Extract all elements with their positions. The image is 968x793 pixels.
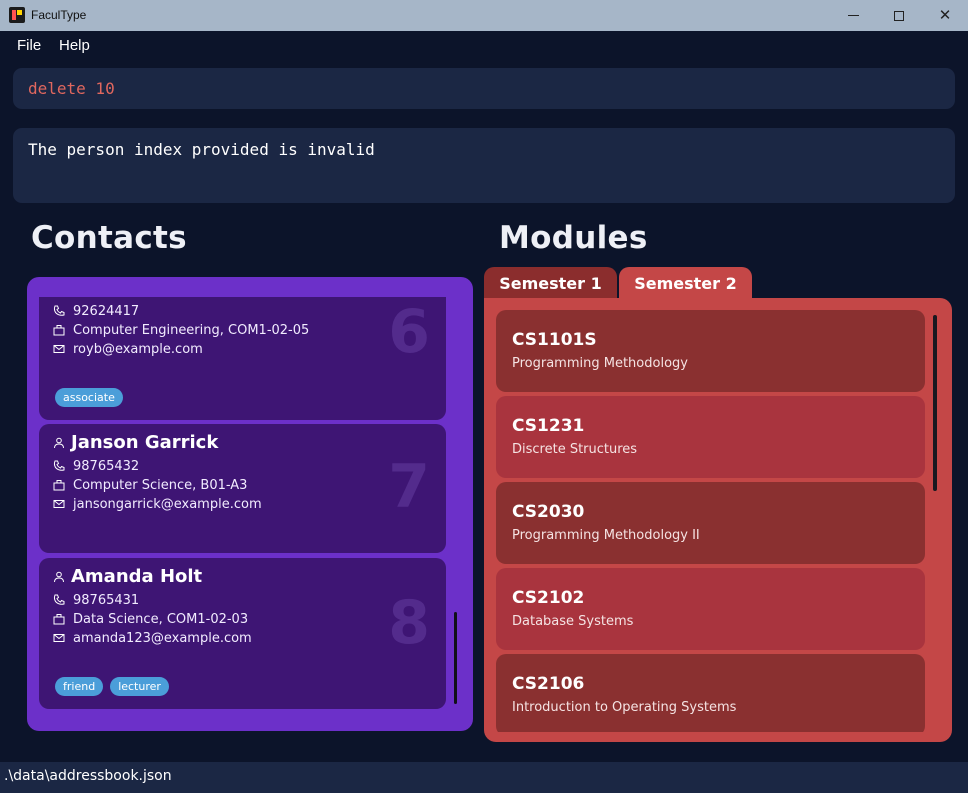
module-name: Programming Methodology bbox=[512, 356, 688, 371]
tab-semester-1[interactable]: Semester 1 bbox=[484, 267, 617, 299]
maximize-button[interactable] bbox=[876, 0, 922, 31]
modules-scrollbar[interactable] bbox=[933, 315, 937, 491]
save-file-path: .\data\addressbook.json bbox=[4, 768, 172, 784]
module-code: CS2106 bbox=[512, 674, 585, 694]
phone-icon bbox=[53, 460, 65, 471]
menu-help[interactable]: Help bbox=[59, 37, 90, 54]
email-icon bbox=[53, 345, 65, 353]
module-card[interactable]: CS2102 Database Systems bbox=[496, 568, 925, 650]
person-icon bbox=[54, 571, 64, 582]
contact-card[interactable]: 92624417 Computer Engineering, COM1-02-0… bbox=[39, 297, 446, 420]
modules-list-panel[interactable]: CS1101S Programming Methodology CS1231 D… bbox=[484, 298, 952, 742]
result-message: The person index provided is invalid bbox=[28, 140, 375, 159]
contact-name: Janson Garrick bbox=[71, 432, 219, 453]
contact-department: Computer Engineering, COM1-02-05 bbox=[73, 322, 310, 338]
module-name: Database Systems bbox=[512, 614, 634, 629]
command-text: delete 10 bbox=[28, 79, 115, 98]
contact-department: Computer Science, B01-A3 bbox=[73, 477, 248, 493]
contact-department: Data Science, COM1-02-03 bbox=[73, 611, 249, 627]
contact-index: 8 bbox=[388, 588, 430, 658]
minimize-button[interactable] bbox=[830, 0, 876, 31]
close-button[interactable]: ✕ bbox=[922, 0, 968, 31]
email-icon bbox=[53, 500, 65, 508]
contacts-scrollbar[interactable] bbox=[454, 612, 457, 704]
contact-email: jansongarrick@example.com bbox=[73, 496, 262, 512]
contact-phone: 98765431 bbox=[73, 592, 140, 608]
tag-badge: lecturer bbox=[110, 677, 169, 696]
tag-badge: friend bbox=[55, 677, 104, 696]
briefcase-icon bbox=[53, 614, 65, 625]
module-name: Introduction to Operating Systems bbox=[512, 700, 737, 715]
minimize-icon bbox=[847, 15, 859, 16]
module-code: CS2102 bbox=[512, 588, 585, 608]
phone-icon bbox=[53, 305, 65, 316]
menu-file[interactable]: File bbox=[17, 37, 41, 54]
contacts-list[interactable]: 92624417 Computer Engineering, COM1-02-0… bbox=[39, 297, 446, 709]
contact-phone: 98765432 bbox=[73, 458, 140, 474]
contacts-heading: Contacts bbox=[31, 220, 187, 256]
modules-heading: Modules bbox=[499, 220, 648, 256]
contact-index: 6 bbox=[388, 297, 430, 367]
contact-name: Amanda Holt bbox=[71, 566, 203, 587]
title-bar: FaculType ✕ bbox=[0, 0, 968, 31]
module-card[interactable]: CS2106 Introduction to Operating Systems bbox=[496, 654, 925, 732]
module-card[interactable]: CS1231 Discrete Structures bbox=[496, 396, 925, 478]
module-code: CS1101S bbox=[512, 330, 597, 350]
menu-bar: File Help bbox=[0, 31, 968, 60]
phone-icon bbox=[53, 594, 65, 605]
module-code: CS2030 bbox=[512, 502, 585, 522]
tag-badge: associate bbox=[55, 388, 123, 407]
module-card[interactable]: CS1101S Programming Methodology bbox=[496, 310, 925, 392]
close-icon: ✕ bbox=[938, 6, 952, 24]
module-name: Programming Methodology II bbox=[512, 528, 700, 543]
result-display: The person index provided is invalid bbox=[13, 128, 955, 203]
tag-list: associate bbox=[55, 388, 123, 407]
module-code: CS1231 bbox=[512, 416, 585, 436]
contact-phone: 92624417 bbox=[73, 303, 140, 319]
person-icon bbox=[54, 437, 64, 448]
module-card[interactable]: CS2030 Programming Methodology II bbox=[496, 482, 925, 564]
briefcase-icon bbox=[53, 480, 65, 491]
contact-index: 7 bbox=[388, 452, 430, 522]
tab-semester-2[interactable]: Semester 2 bbox=[619, 267, 752, 299]
briefcase-icon bbox=[53, 325, 65, 336]
modules-list[interactable]: CS1101S Programming Methodology CS1231 D… bbox=[496, 310, 926, 732]
contact-email: royb@example.com bbox=[73, 341, 203, 357]
app-logo-icon bbox=[9, 7, 25, 23]
contact-card[interactable]: Amanda Holt 98765431 Data Science, COM1-… bbox=[39, 558, 446, 709]
module-name: Discrete Structures bbox=[512, 442, 638, 457]
command-input[interactable]: delete 10 bbox=[13, 68, 955, 109]
contact-card[interactable]: Janson Garrick 98765432 Computer Science… bbox=[39, 424, 446, 553]
tag-list: friend lecturer bbox=[55, 677, 169, 696]
email-icon bbox=[53, 634, 65, 642]
window-title: FaculType bbox=[31, 8, 87, 22]
contacts-list-panel[interactable]: 92624417 Computer Engineering, COM1-02-0… bbox=[27, 277, 473, 731]
maximize-icon bbox=[894, 10, 904, 21]
status-bar: .\data\addressbook.json bbox=[0, 762, 968, 793]
contact-email: amanda123@example.com bbox=[73, 630, 252, 646]
